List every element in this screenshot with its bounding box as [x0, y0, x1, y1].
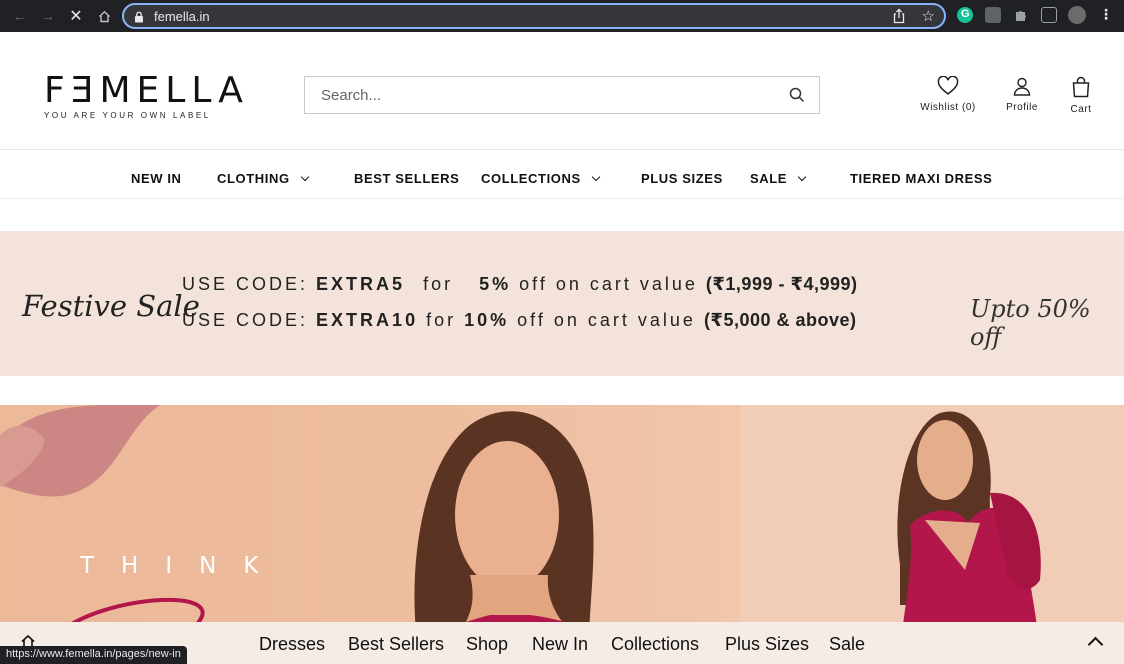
sticky-link-shop[interactable]: Shop: [466, 634, 508, 655]
extension-icon[interactable]: [985, 7, 1001, 23]
cart-label: Cart: [1070, 104, 1092, 115]
chevron-down-icon: [797, 172, 807, 182]
chevron-up-icon[interactable]: [1087, 636, 1104, 653]
user-icon: [1002, 76, 1042, 96]
profile-avatar[interactable]: [1068, 6, 1086, 24]
sticky-link-plus-sizes[interactable]: Plus Sizes: [725, 634, 809, 655]
sticky-link-best-sellers[interactable]: Best Sellers: [348, 634, 444, 655]
promo-banner[interactable]: Festive Sale USE CODE: EXTRA5 for 5% off…: [0, 231, 1124, 376]
profile-label: Profile: [1006, 102, 1038, 113]
grammarly-extension-icon[interactable]: G: [957, 7, 973, 23]
shopping-bag-icon: [1064, 76, 1098, 98]
hero-headline: THINK: [80, 553, 286, 579]
browser-toolbar: ← → ✕ femella.in ☆ G ⋮: [0, 0, 1124, 32]
promo-code: EXTRA5: [316, 274, 406, 294]
chevron-down-icon: [591, 172, 601, 182]
upto-discount-text: Upto 50% off: [970, 295, 1091, 351]
nav-item-clothing[interactable]: CLOTHING: [217, 171, 309, 186]
promo-line-2: USE CODE: EXTRA10 for 10% off on cart va…: [182, 310, 857, 330]
lock-icon: [134, 10, 144, 23]
main-nav: NEW IN CLOTHING BEST SELLERS COLLECTIONS…: [0, 151, 1124, 199]
sticky-link-collections[interactable]: Collections: [611, 634, 699, 655]
nav-item-tiered-maxi-dress[interactable]: TIERED MAXI DRESS: [850, 171, 992, 186]
nav-item-new-in[interactable]: NEW IN: [131, 171, 182, 186]
stop-loading-icon[interactable]: ✕: [62, 0, 90, 32]
logo-tagline: YOU ARE YOUR OWN LABEL: [44, 111, 211, 120]
nav-item-collections[interactable]: COLLECTIONS: [481, 171, 601, 186]
heart-icon: [918, 76, 978, 96]
browser-menu-icon[interactable]: ⋮: [1099, 6, 1113, 23]
home-icon[interactable]: [90, 0, 118, 32]
search-box: [304, 76, 820, 114]
cart-link[interactable]: Cart: [1064, 76, 1098, 115]
site-header: FƎMELLA YOU ARE YOUR OWN LABEL Wishlist …: [0, 32, 1124, 150]
sticky-link-dresses[interactable]: Dresses: [259, 634, 325, 655]
extensions-puzzle-icon[interactable]: [1013, 7, 1029, 23]
promo-code: EXTRA10: [316, 310, 419, 330]
address-url: femella.in: [154, 8, 210, 24]
festive-sale-text: Festive Sale: [22, 289, 200, 323]
wishlist-label: Wishlist (0): [920, 102, 976, 113]
address-bar[interactable]: femella.in ☆: [122, 3, 946, 29]
logo[interactable]: FƎMELLA YOU ARE YOUR OWN LABEL: [44, 70, 249, 121]
search-input[interactable]: [321, 86, 761, 104]
search-icon[interactable]: [789, 87, 805, 103]
sticky-link-new-in[interactable]: New In: [532, 634, 588, 655]
status-bar-url: https://www.femella.in/pages/new-in: [0, 646, 187, 664]
nav-item-sale[interactable]: SALE: [750, 171, 807, 186]
forward-icon[interactable]: →: [34, 0, 62, 32]
nav-item-best-sellers[interactable]: BEST SELLERS: [354, 171, 459, 186]
back-icon[interactable]: ←: [6, 0, 34, 32]
nav-item-plus-sizes[interactable]: PLUS SIZES: [641, 171, 723, 186]
logo-text: FƎMELLA: [44, 70, 249, 111]
bookmark-star-icon[interactable]: ☆: [922, 7, 935, 25]
share-icon[interactable]: [892, 8, 906, 29]
chevron-down-icon: [300, 172, 309, 182]
side-panel-icon[interactable]: [1041, 7, 1057, 23]
promo-line-1: USE CODE: EXTRA5 for 5% off on cart valu…: [182, 274, 858, 294]
profile-link[interactable]: Profile: [1002, 76, 1042, 113]
wishlist-link[interactable]: Wishlist (0): [918, 76, 978, 113]
sticky-link-sale[interactable]: Sale: [829, 634, 865, 655]
